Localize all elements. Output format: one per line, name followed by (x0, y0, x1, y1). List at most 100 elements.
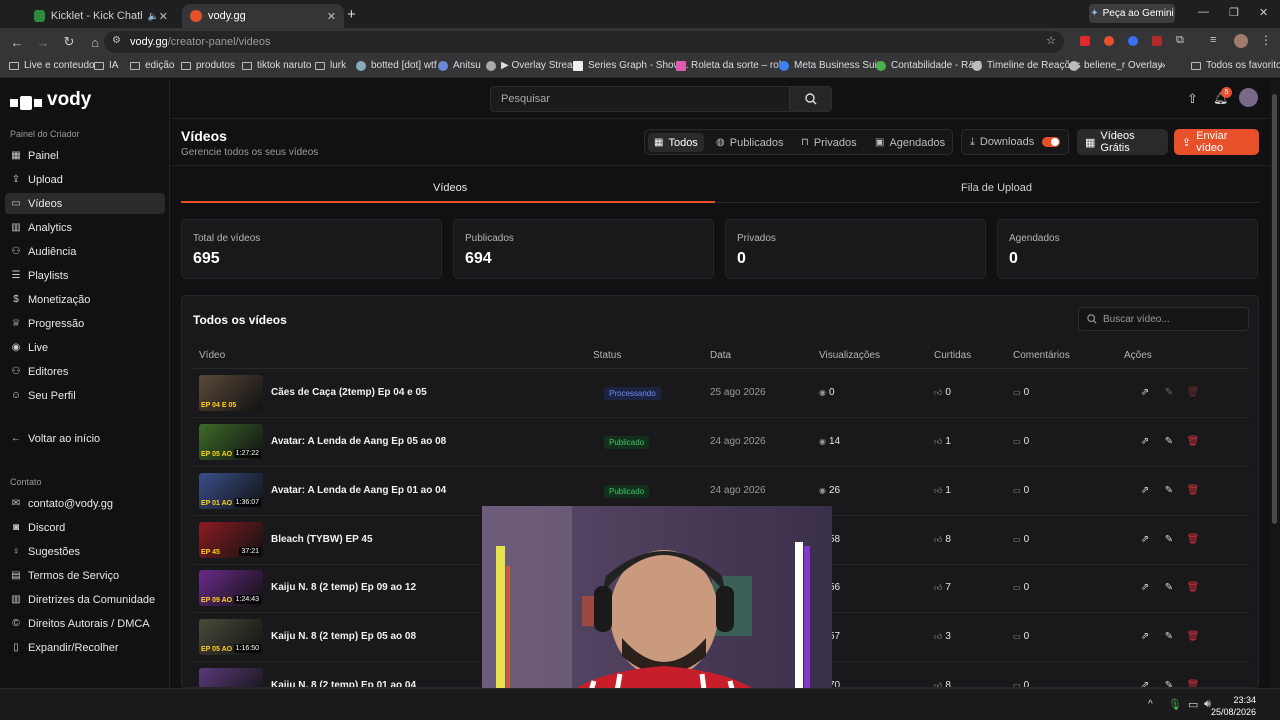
network-icon[interactable]: ▭ (1188, 698, 1198, 711)
video-thumbnail[interactable]: EP 04 E 05 (199, 375, 263, 411)
open-external-icon[interactable]: ⇗ (1139, 484, 1151, 496)
contact-email-link[interactable]: ✉ contato@vody.gg (5, 493, 165, 514)
sidebar-item-live[interactable]: ◉ Live (5, 337, 165, 358)
browser-menu-icon[interactable]: ⋮ (1260, 33, 1272, 47)
minimize-icon[interactable]: — (1198, 6, 1209, 18)
edit-icon[interactable]: ✎ (1163, 386, 1175, 398)
tray-chevron-icon[interactable]: ^ (1148, 699, 1153, 710)
filter-agendados[interactable]: ▣ Agendados (869, 133, 951, 152)
site-info-icon[interactable]: ⚙ (112, 35, 121, 46)
home-icon[interactable]: ⌂ (84, 31, 106, 53)
sidebar-item-audiencia[interactable]: ⚇ Audiência (5, 241, 165, 262)
bookmark-link[interactable]: ▶ Overlay Stream (486, 60, 581, 71)
terms-link[interactable]: ▤ Termos de Serviço (5, 565, 165, 586)
tab-videos[interactable]: Vídeos (433, 182, 467, 194)
forward-icon[interactable]: → (32, 31, 54, 53)
open-external-icon[interactable]: ⇗ (1139, 435, 1151, 447)
bookmark-link[interactable]: Meta Business Suite (779, 60, 885, 71)
column-header-status[interactable]: Status (593, 350, 621, 361)
share-icon[interactable]: ⇧ (1187, 91, 1198, 107)
discord-link[interactable]: ◙ Discord (5, 517, 165, 538)
bookmark-link[interactable]: Timeline de Reações (972, 60, 1081, 71)
delete-icon[interactable]: 🗑︎ (1187, 435, 1200, 447)
extension-icon[interactable] (1080, 36, 1090, 46)
gemini-button[interactable]: ✦ Peça ao Gemini (1089, 4, 1175, 23)
tab-upload-queue[interactable]: Fila de Upload (961, 182, 1032, 194)
video-title[interactable]: Avatar: A Lenda de Aang Ep 01 ao 04 (271, 485, 446, 496)
search-button[interactable] (789, 87, 831, 111)
community-guidelines-link[interactable]: ▥ Diretrizes da Comunidade (5, 589, 165, 610)
video-thumbnail[interactable]: EP 01 AO 1:36:07 (199, 473, 263, 509)
bookmark-link[interactable]: Contabilidade - R&R (876, 60, 982, 71)
sidebar-item-editores[interactable]: ⚇ Editores (5, 361, 165, 382)
column-header-views[interactable]: Visualizações (819, 350, 880, 361)
delete-icon[interactable]: 🗑︎ (1187, 386, 1200, 398)
extension-icon[interactable] (1128, 36, 1138, 46)
browser-tab-kicklet[interactable]: Kicklet - Kick Chatbot, Kick 🔈 ✕ (26, 4, 176, 28)
suggestions-link[interactable]: ♀ Sugestões (5, 541, 165, 562)
back-icon[interactable]: ← (6, 31, 28, 53)
user-avatar[interactable] (1239, 88, 1258, 107)
microphone-icon[interactable]: 🎙︎ (1168, 698, 1182, 711)
table-row[interactable]: EP 04 E 05 Cães de Caça (2temp) Ep 04 e 0… (193, 369, 1249, 418)
extension-icon[interactable] (1152, 36, 1162, 46)
page-scrollbar[interactable] (1270, 80, 1280, 688)
sidebar-item-progressao[interactable]: ♕ Progressão (5, 313, 165, 334)
column-header-comments[interactable]: Comentários (1013, 350, 1070, 361)
close-window-icon[interactable]: ✕ (1259, 6, 1268, 19)
dmca-link[interactable]: © Direitos Autorais / DMCA (5, 613, 165, 634)
edit-icon[interactable]: ✎ (1163, 533, 1175, 545)
delete-icon[interactable]: 🗑︎ (1187, 630, 1200, 642)
video-thumbnail[interactable]: EP 45 37:21 (199, 522, 263, 558)
delete-icon[interactable]: 🗑︎ (1187, 484, 1200, 496)
bookmark-link[interactable]: Series Graph - Show... (573, 60, 689, 71)
profile-avatar[interactable] (1234, 34, 1248, 48)
bookmark-link[interactable]: beliene_r Overlay (1069, 60, 1162, 71)
scrollbar-thumb[interactable] (1272, 94, 1277, 524)
sidebar-item-playlists[interactable]: ☰ Playlists (5, 265, 165, 286)
reload-icon[interactable]: ↻ (58, 31, 80, 53)
open-external-icon[interactable]: ⇗ (1139, 581, 1151, 593)
bookmark-folder[interactable]: edição (130, 60, 174, 71)
reading-list-icon[interactable]: ≡ (1210, 34, 1216, 46)
speaker-icon[interactable]: 🔈 (148, 11, 159, 22)
edit-icon[interactable]: ✎ (1163, 679, 1175, 688)
sidebar-item-upload[interactable]: ⇪ Upload (5, 169, 165, 190)
video-title[interactable]: Bleach (TYBW) EP 45 (271, 534, 373, 545)
video-title[interactable]: Avatar: A Lenda de Aang Ep 05 ao 08 (271, 436, 446, 447)
system-clock[interactable]: 23:34 25/08/2026 (1211, 694, 1256, 718)
video-title[interactable]: Kaiju N. 8 (2 temp) Ep 01 ao 04 (271, 680, 416, 687)
open-external-icon[interactable]: ⇗ (1139, 630, 1151, 642)
bookmark-star-icon[interactable]: ☆ (1046, 34, 1056, 47)
bookmark-folder[interactable]: Live e conteudo (9, 60, 95, 71)
all-favorites-folder[interactable]: Todos os favoritos (1191, 60, 1280, 71)
sidebar-item-videos[interactable]: ▭ Vídeos (5, 193, 165, 214)
sidebar-item-analytics[interactable]: ▥ Analytics (5, 217, 165, 238)
filter-todos[interactable]: ▦ Todos (648, 133, 704, 152)
bookmark-link[interactable]: botted [dot] wtf (356, 60, 437, 71)
extensions-puzzle-icon[interactable]: ⧉ (1176, 34, 1184, 47)
video-search-input[interactable]: Buscar vídeo... (1078, 307, 1249, 331)
bookmark-folder[interactable]: lurk (315, 60, 346, 71)
vody-logo[interactable]: vody (10, 89, 91, 111)
delete-icon[interactable]: 🗑︎ (1187, 581, 1200, 593)
edit-icon[interactable]: ✎ (1163, 630, 1175, 642)
sidebar-item-painel[interactable]: ▦ Painel (5, 145, 165, 166)
video-thumbnail[interactable]: EP 05 AO 1:27:22 (199, 424, 263, 460)
url-input[interactable]: ⚙ vody.gg/creator-panel/videos ☆ (104, 31, 1064, 53)
extension-icon[interactable] (1104, 36, 1114, 46)
bookmark-link[interactable]: Anitsu (438, 60, 481, 71)
open-external-icon[interactable]: ⇗ (1139, 679, 1151, 688)
column-header-likes[interactable]: Curtidas (934, 350, 971, 361)
browser-tab-vody[interactable]: vody.gg ✕ (182, 4, 344, 28)
bookmark-folder[interactable]: IA (94, 60, 118, 71)
video-thumbnail[interactable] (199, 668, 263, 687)
sidebar-item-seu-perfil[interactable]: ☺ Seu Perfil (5, 385, 165, 406)
bookmark-link[interactable]: Roleta da sorte – rol... (676, 60, 789, 71)
table-row[interactable]: EP 05 AO 1:27:22 Avatar: A Lenda de Aang E… (193, 418, 1249, 467)
column-header-date[interactable]: Data (710, 350, 731, 361)
bookmark-folder[interactable]: tiktok naruto (242, 60, 311, 71)
close-tab-icon[interactable]: ✕ (327, 10, 336, 23)
close-tab-icon[interactable]: ✕ (159, 10, 168, 23)
bookmarks-more-button[interactable]: » (1160, 60, 1166, 71)
